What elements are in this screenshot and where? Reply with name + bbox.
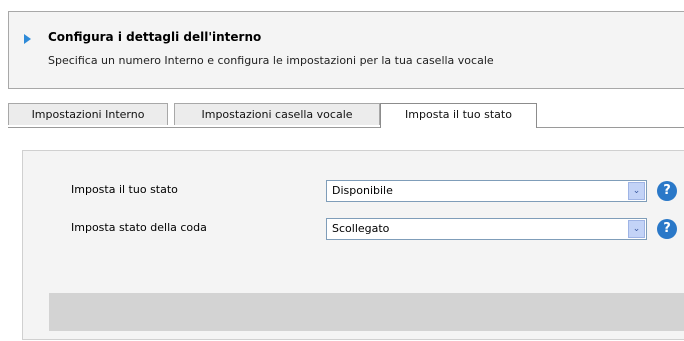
page-subtitle: Specifica un numero Interno e configura … — [48, 54, 494, 67]
chevron-down-icon[interactable]: ⌄ — [628, 182, 645, 200]
queue-status-select[interactable]: Scollegato ⌄ — [326, 218, 647, 240]
button-bar — [49, 293, 684, 331]
status-label: Imposta il tuo stato — [71, 183, 178, 196]
queue-status-select-value: Scollegato — [332, 222, 390, 235]
tab-bar: Impostazioni Interno Impostazioni casell… — [8, 103, 684, 128]
help-icon[interactable]: ? — [657, 219, 677, 239]
status-select[interactable]: Disponibile ⌄ — [326, 180, 647, 202]
tab-impostazioni-casella-vocale[interactable]: Impostazioni casella vocale — [174, 103, 380, 125]
status-select-value: Disponibile — [332, 184, 393, 197]
tab-imposta-stato[interactable]: Imposta il tuo stato — [380, 103, 537, 128]
page-title: Configura i dettagli dell'interno — [48, 30, 262, 44]
tab-panel: Imposta il tuo stato Disponibile ⌄ ? Imp… — [8, 128, 684, 341]
settings-box: Imposta il tuo stato Disponibile ⌄ ? Imp… — [22, 150, 684, 340]
caret-right-icon — [24, 34, 31, 44]
queue-status-label: Imposta stato della coda — [71, 221, 207, 234]
page-header: Configura i dettagli dell'interno Specif… — [8, 11, 684, 89]
chevron-down-icon[interactable]: ⌄ — [628, 220, 645, 238]
tab-impostazioni-interno[interactable]: Impostazioni Interno — [8, 103, 168, 125]
help-icon[interactable]: ? — [657, 181, 677, 201]
